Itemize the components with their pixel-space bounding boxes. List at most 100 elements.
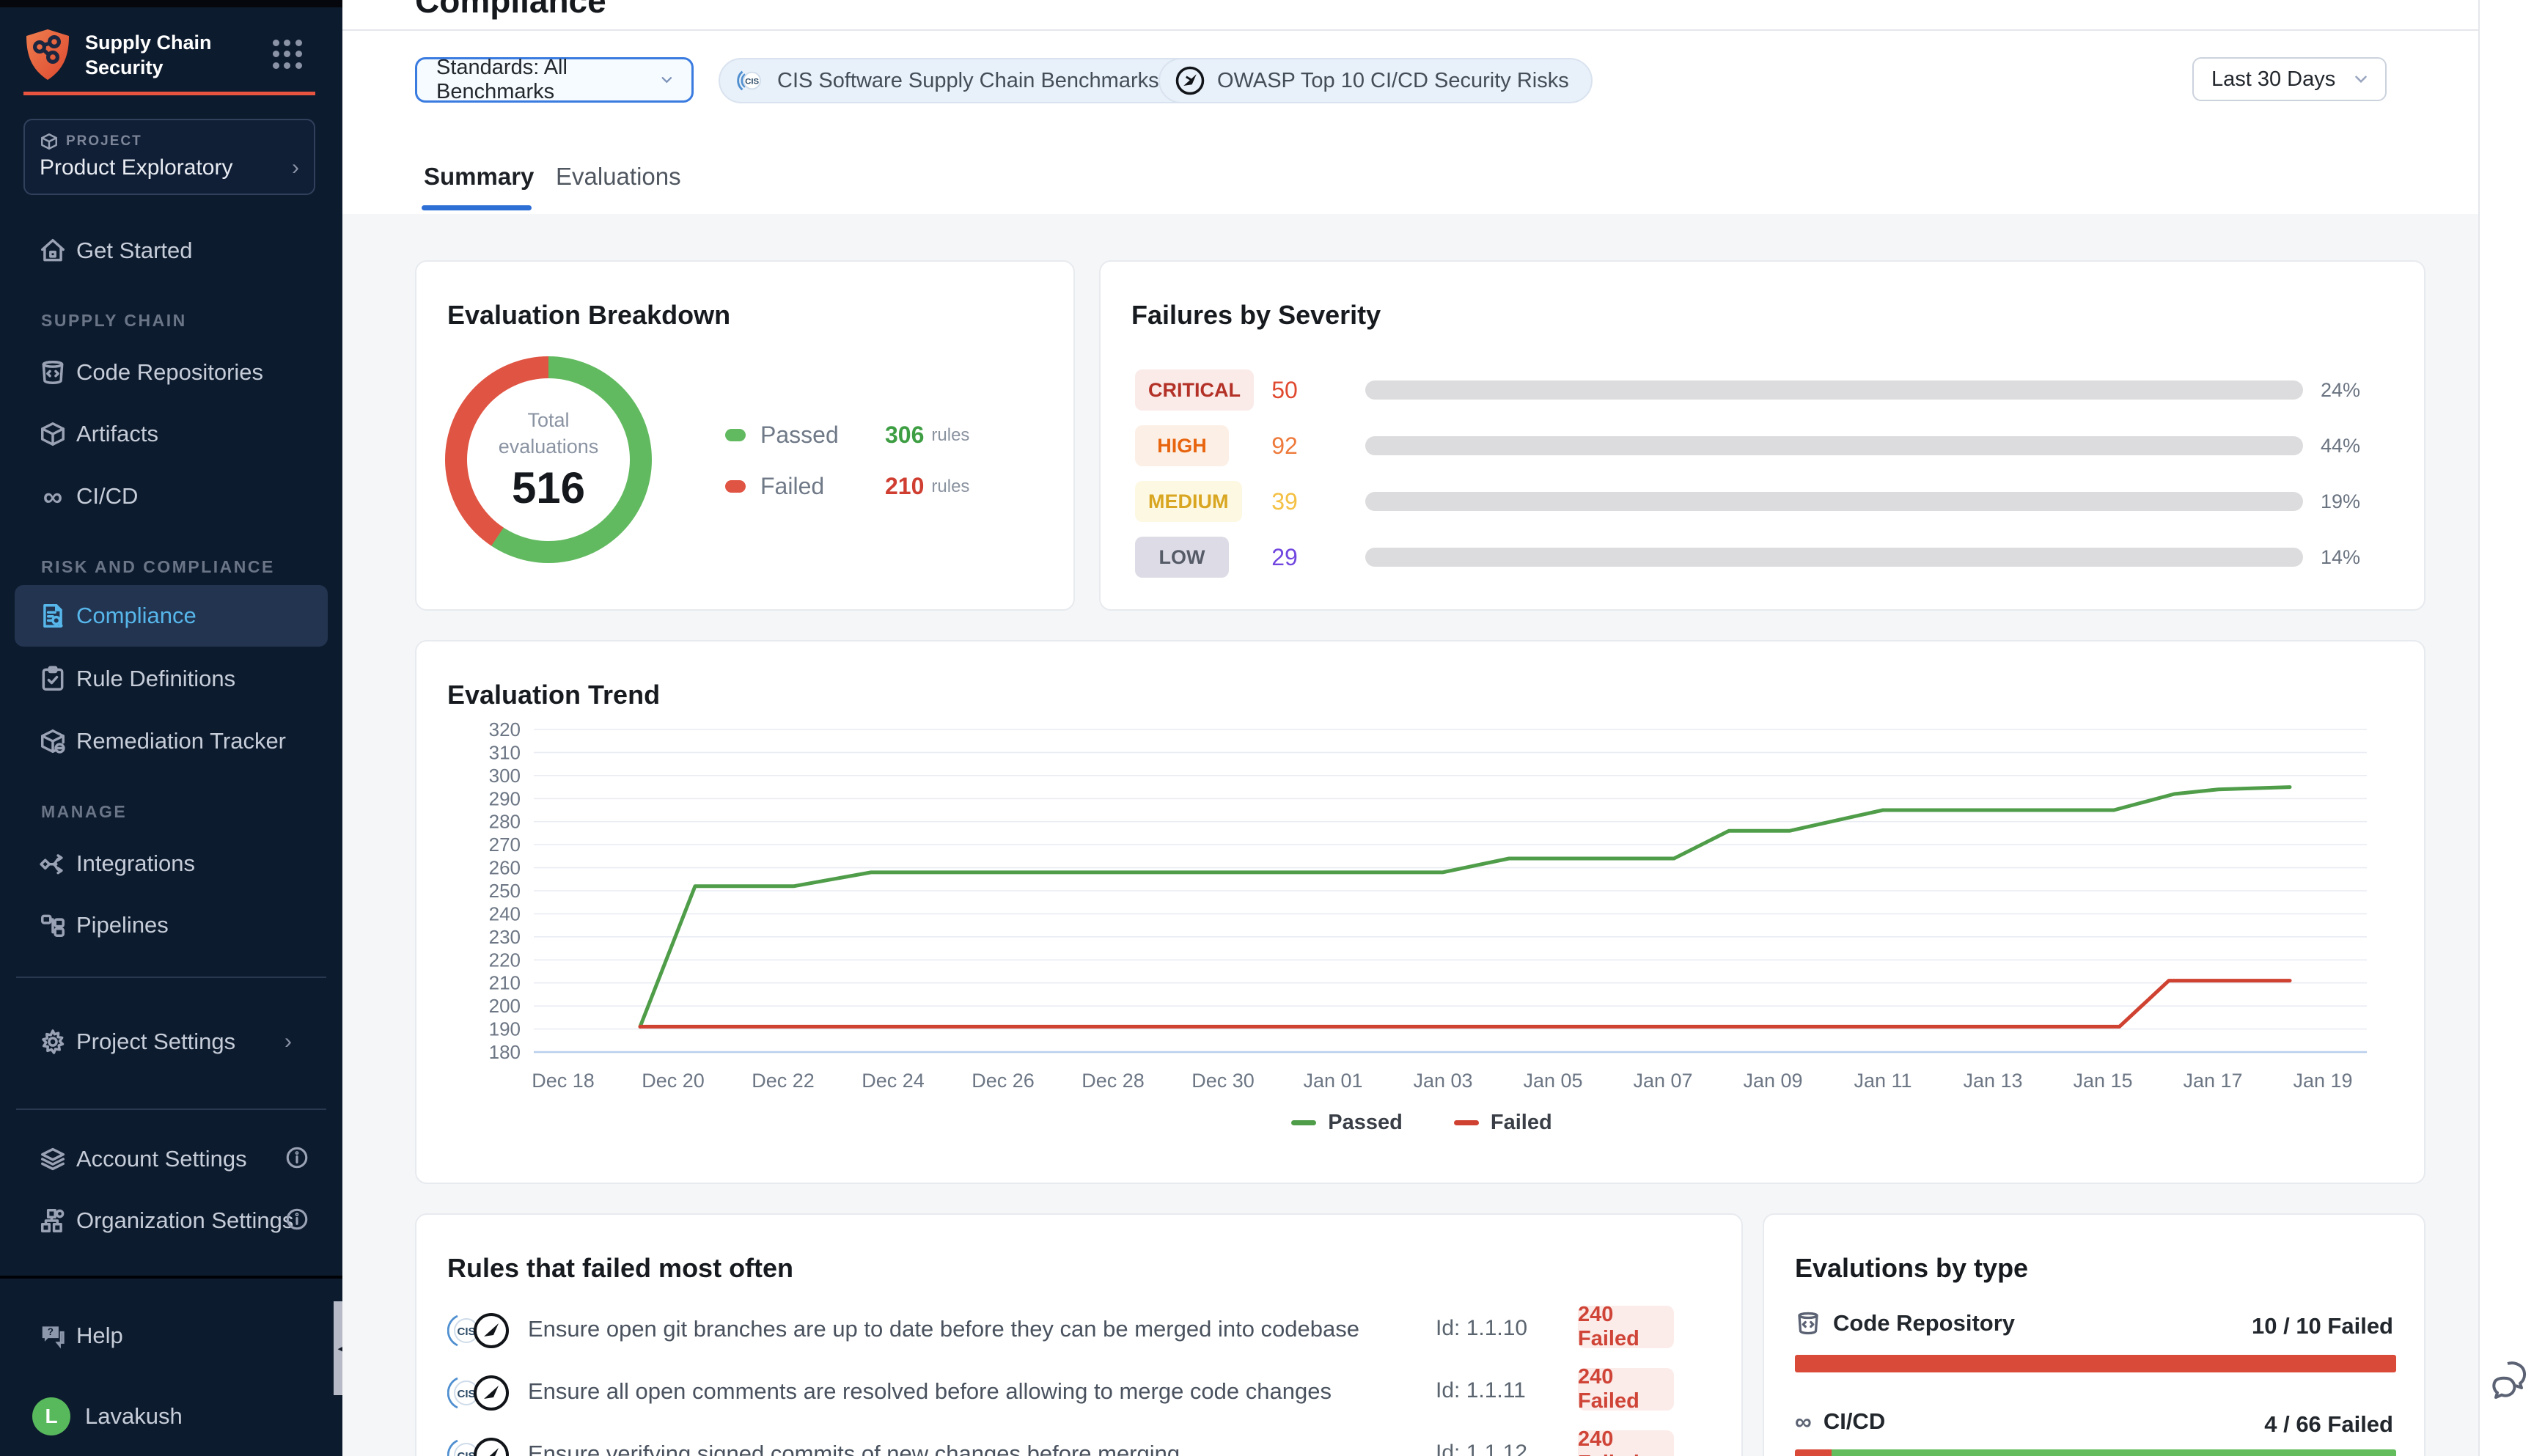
- evaluation-donut-chart: Total evaluations 516: [445, 356, 652, 563]
- standards-filter-dropdown[interactable]: Standards: All Benchmarks: [415, 57, 694, 103]
- sidebar-item-artifacts[interactable]: Artifacts: [0, 403, 342, 465]
- info-icon[interactable]: [284, 1145, 309, 1174]
- severity-bar: [1365, 436, 2303, 455]
- sidebar-section-manage: MANAGE: [41, 802, 127, 822]
- severity-bar: [1365, 380, 2303, 400]
- tab-summary[interactable]: Summary: [424, 163, 534, 191]
- chat-help-icon[interactable]: [2489, 1358, 2531, 1402]
- sidebar-item-organization-settings[interactable]: Organization Settings: [0, 1190, 342, 1251]
- date-range-dropdown[interactable]: Last 30 Days: [2192, 57, 2387, 101]
- severity-row-low: LOW 29 14%: [1101, 537, 2427, 578]
- svg-text:Dec 26: Dec 26: [972, 1070, 1035, 1092]
- sidebar-item-cicd[interactable]: ∞ CI/CD: [0, 466, 342, 527]
- chevron-down-icon: [2351, 70, 2370, 89]
- rule-id: Id: 1.1.11: [1436, 1378, 1568, 1403]
- owasp-icon: [1175, 65, 1205, 96]
- donut-center-label: Total evaluations: [490, 407, 607, 460]
- project-name: Product Exploratory: [40, 155, 232, 180]
- svg-text:230: 230: [489, 926, 521, 948]
- project-selector[interactable]: PROJECT Product Exploratory ›: [23, 119, 315, 195]
- header-divider: [342, 29, 2478, 31]
- chevron-right-icon: ›: [292, 155, 299, 180]
- rule-row[interactable]: CIS Ensure all open comments are resolve…: [416, 1368, 1744, 1421]
- sidebar-section-risk-compliance: RISK AND COMPLIANCE: [41, 557, 275, 577]
- svg-text:CIS: CIS: [457, 1450, 475, 1456]
- infinity-icon: ∞: [38, 482, 67, 511]
- svg-text:Dec 22: Dec 22: [752, 1070, 815, 1092]
- cis-owasp-icons: CIS: [447, 1372, 510, 1413]
- type-bar-code-repository: [1795, 1355, 2396, 1372]
- svg-text:Jan 07: Jan 07: [1633, 1070, 1692, 1092]
- sidebar-item-help[interactable]: ? Help: [0, 1305, 342, 1367]
- sidebar-item-remediation-tracker[interactable]: Remediation Tracker: [0, 710, 342, 772]
- card-title: Rules that failed most often: [447, 1253, 793, 1284]
- legend-failed: Failed: [1454, 1111, 1552, 1135]
- severity-badge: HIGH: [1135, 425, 1229, 466]
- info-icon[interactable]: [284, 1207, 309, 1235]
- rule-id: Id: 1.1.12: [1436, 1441, 1568, 1456]
- severity-badge: LOW: [1135, 537, 1229, 578]
- severity-count: 50: [1244, 369, 1325, 411]
- svg-text:250: 250: [489, 880, 521, 902]
- rule-row[interactable]: CIS Ensure verifying signed commits of n…: [416, 1430, 1744, 1456]
- chevron-down-icon: [658, 70, 675, 89]
- rule-id: Id: 1.1.10: [1436, 1316, 1568, 1341]
- cis-owasp-icons: CIS: [447, 1435, 510, 1456]
- svg-text:220: 220: [489, 949, 521, 971]
- svg-text:190: 190: [489, 1018, 521, 1040]
- tab-evaluations[interactable]: Evaluations: [556, 163, 681, 191]
- card-title: Evalutions by type: [1795, 1253, 2028, 1284]
- svg-text:Dec 20: Dec 20: [642, 1070, 705, 1092]
- svg-text:180: 180: [489, 1041, 521, 1063]
- svg-text:CIS: CIS: [457, 1388, 475, 1400]
- donut-total-value: 516: [512, 463, 585, 513]
- home-icon: [38, 236, 67, 265]
- sidebar-item-project-settings[interactable]: Project Settings ›: [0, 1011, 342, 1073]
- cube-icon: [40, 132, 59, 151]
- sidebar-item-get-started[interactable]: Get Started: [0, 220, 342, 282]
- code-repository-icon: [1795, 1310, 1821, 1336]
- brand-line2: Security: [85, 55, 212, 80]
- type-value: 10 / 10 Failed: [2252, 1313, 2393, 1339]
- sidebar-item-code-repositories[interactable]: Code Repositories: [0, 342, 342, 403]
- svg-text:300: 300: [489, 765, 521, 787]
- chip-cis-benchmark[interactable]: CIS CIS Software Supply Chain Benchmarks…: [719, 58, 1218, 103]
- card-title: Failures by Severity: [1131, 300, 1381, 331]
- sidebar-item-integrations[interactable]: Integrations: [0, 833, 342, 894]
- trend-line-chart: 1801902002102202302402502602702802903003…: [446, 707, 2396, 1103]
- project-label: PROJECT: [66, 133, 142, 150]
- code-repository-icon: [38, 358, 67, 387]
- svg-text:290: 290: [489, 787, 521, 809]
- org-chart-gear-icon: [38, 1206, 67, 1235]
- sidebar-item-rule-definitions[interactable]: Rule Definitions: [0, 648, 342, 710]
- svg-text:Jan 09: Jan 09: [1743, 1070, 1802, 1092]
- help-chat-icon: ?: [38, 1321, 67, 1350]
- sidebar-top-strip: [0, 0, 342, 7]
- sidebar-item-compliance[interactable]: Compliance: [0, 585, 342, 647]
- main-content: Compliance Standards: All Benchmarks CIS…: [342, 0, 2478, 1456]
- passed-dot: [725, 429, 746, 441]
- active-tab-underline: [422, 205, 532, 210]
- app-grid-icon[interactable]: [273, 40, 302, 69]
- type-bar-cicd: [1795, 1449, 2396, 1456]
- sidebar-item-pipelines[interactable]: Pipelines: [0, 894, 342, 956]
- failed-count-badge: 240 Failed: [1578, 1368, 1674, 1411]
- svg-text:Jan 19: Jan 19: [2293, 1070, 2352, 1092]
- compliance-doc-icon: [38, 601, 67, 630]
- failed-value: 210: [885, 473, 924, 500]
- passed-value: 306: [885, 422, 924, 449]
- app-logo: Supply Chain Security: [23, 28, 212, 82]
- sidebar-item-account-settings[interactable]: Account Settings: [0, 1128, 342, 1190]
- svg-text:Dec 28: Dec 28: [1081, 1070, 1145, 1092]
- svg-text:Dec 18: Dec 18: [532, 1070, 595, 1092]
- legend-passed-row: Passed 306 rules: [725, 422, 969, 449]
- evaluation-trend-card: Evaluation Trend 18019020021022023024025…: [415, 640, 2425, 1184]
- severity-row-high: HIGH 92 44%: [1101, 425, 2427, 466]
- rule-row[interactable]: CIS Ensure open git branches are up to d…: [416, 1306, 1744, 1358]
- severity-percent: 24%: [2321, 369, 2387, 411]
- svg-text:260: 260: [489, 857, 521, 879]
- sidebar-user[interactable]: L Lavakush: [0, 1386, 342, 1447]
- chip-owasp-top10[interactable]: OWASP Top 10 CI/CD Security Risks: [1158, 58, 1593, 103]
- svg-text:Jan 13: Jan 13: [1963, 1070, 2022, 1092]
- severity-row-critical: CRITICAL 50 24%: [1101, 369, 2427, 411]
